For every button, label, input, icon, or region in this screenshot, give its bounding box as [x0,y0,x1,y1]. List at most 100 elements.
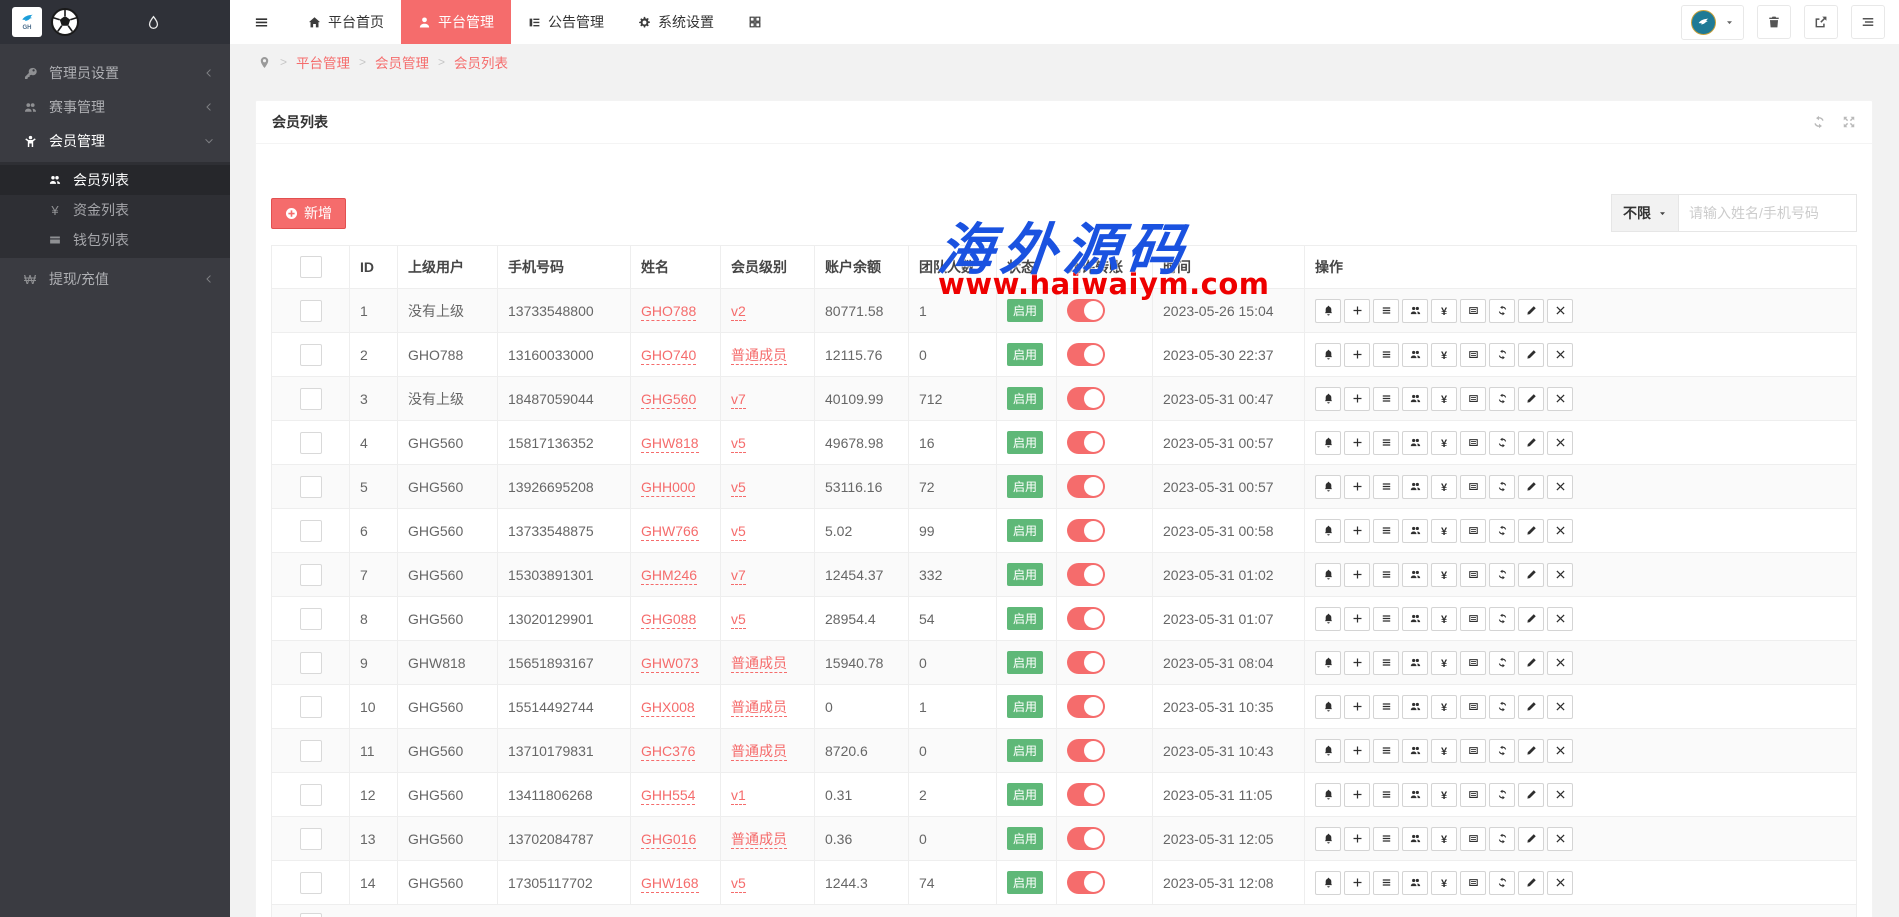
sync-button[interactable] [1489,783,1515,807]
list-button[interactable] [1373,563,1399,587]
external-link-button[interactable] [1804,5,1838,39]
group-button[interactable] [1402,299,1428,323]
row-checkbox[interactable] [300,520,322,542]
plus-button[interactable] [1344,695,1370,719]
yen-button[interactable]: ¥ [1431,387,1457,411]
sync-button[interactable] [1489,739,1515,763]
edit-button[interactable] [1518,475,1544,499]
sync-button[interactable] [1489,343,1515,367]
edit-button[interactable] [1518,739,1544,763]
sidebar-item-funds-list[interactable]: ¥ 资金列表 [0,195,230,225]
refresh-icon[interactable] [1812,115,1826,129]
row-checkbox[interactable] [300,872,322,894]
tab-platform-management[interactable]: 平台管理 [401,0,511,44]
member-name-link[interactable]: GHG560 [641,391,696,409]
member-name-link[interactable]: GHO740 [641,347,696,365]
row-checkbox[interactable] [300,432,322,454]
member-name-link[interactable]: GHW073 [641,655,699,673]
bell-button[interactable] [1315,783,1341,807]
member-name-link[interactable]: GHX008 [641,699,695,717]
edit-button[interactable] [1518,387,1544,411]
member-level-link[interactable]: v5 [731,435,746,453]
list-button[interactable] [1373,519,1399,543]
close-button[interactable] [1547,651,1573,675]
form-button[interactable] [1460,475,1486,499]
sidebar-item-event-management[interactable]: 赛事管理 [0,90,230,124]
transfer-toggle[interactable] [1067,563,1105,586]
close-button[interactable] [1547,519,1573,543]
search-input[interactable] [1679,194,1857,232]
transfer-toggle[interactable] [1067,387,1105,410]
row-checkbox[interactable] [300,740,322,762]
group-button[interactable] [1402,783,1428,807]
form-button[interactable] [1460,871,1486,895]
close-button[interactable] [1547,299,1573,323]
group-button[interactable] [1402,343,1428,367]
plus-button[interactable] [1344,651,1370,675]
filter-dropdown[interactable]: 不限 [1611,194,1679,232]
edit-button[interactable] [1518,519,1544,543]
list-button[interactable] [1373,783,1399,807]
transfer-toggle[interactable] [1067,695,1105,718]
sync-button[interactable] [1489,563,1515,587]
breadcrumb-link-member-list[interactable]: 会员列表 [454,52,508,72]
form-button[interactable] [1460,695,1486,719]
sidebar-item-member-management[interactable]: 会员管理 [0,124,230,158]
transfer-toggle[interactable] [1067,827,1105,850]
edit-button[interactable] [1518,827,1544,851]
edit-button[interactable] [1518,563,1544,587]
row-checkbox[interactable] [300,476,322,498]
group-button[interactable] [1402,651,1428,675]
close-button[interactable] [1547,563,1573,587]
group-button[interactable] [1402,739,1428,763]
plus-button[interactable] [1344,519,1370,543]
member-level-link[interactable]: v7 [731,567,746,585]
form-button[interactable] [1460,431,1486,455]
trash-button[interactable] [1757,5,1791,39]
close-button[interactable] [1547,739,1573,763]
group-button[interactable] [1402,475,1428,499]
yen-button[interactable]: ¥ [1431,695,1457,719]
member-name-link[interactable]: GHO788 [641,303,696,321]
menu-toggle-icon[interactable] [254,15,269,30]
edit-button[interactable] [1518,343,1544,367]
form-button[interactable] [1460,607,1486,631]
sidebar-item-withdraw-recharge[interactable]: ₩ 提现/充值 [0,262,230,296]
sync-button[interactable] [1489,871,1515,895]
list-button[interactable] [1373,299,1399,323]
group-button[interactable] [1402,387,1428,411]
list-button[interactable] [1373,475,1399,499]
bell-button[interactable] [1315,387,1341,411]
edit-button[interactable] [1518,607,1544,631]
plus-button[interactable] [1344,871,1370,895]
form-button[interactable] [1460,651,1486,675]
sidebar-item-wallet-list[interactable]: 钱包列表 [0,225,230,255]
group-button[interactable] [1402,827,1428,851]
edit-button[interactable] [1518,651,1544,675]
sidebar-item-admin-settings[interactable]: 管理员设置 [0,56,230,90]
member-name-link[interactable]: GHH000 [641,479,695,497]
transfer-toggle[interactable] [1067,475,1105,498]
bell-button[interactable] [1315,563,1341,587]
sync-button[interactable] [1489,475,1515,499]
sync-button[interactable] [1489,299,1515,323]
form-button[interactable] [1460,299,1486,323]
yen-button[interactable]: ¥ [1431,519,1457,543]
member-name-link[interactable]: GHH554 [641,787,695,805]
bell-button[interactable] [1315,475,1341,499]
transfer-toggle[interactable] [1067,343,1105,366]
member-level-link[interactable]: v5 [731,523,746,541]
plus-button[interactable] [1344,475,1370,499]
sync-button[interactable] [1489,651,1515,675]
close-button[interactable] [1547,387,1573,411]
close-button[interactable] [1547,343,1573,367]
sync-button[interactable] [1489,431,1515,455]
row-checkbox[interactable] [300,564,322,586]
row-checkbox[interactable] [300,913,322,917]
close-button[interactable] [1547,695,1573,719]
edit-button[interactable] [1518,783,1544,807]
tab-system-settings[interactable]: 系统设置 [621,0,731,44]
plus-button[interactable] [1344,563,1370,587]
row-checkbox[interactable] [300,784,322,806]
row-checkbox[interactable] [300,652,322,674]
